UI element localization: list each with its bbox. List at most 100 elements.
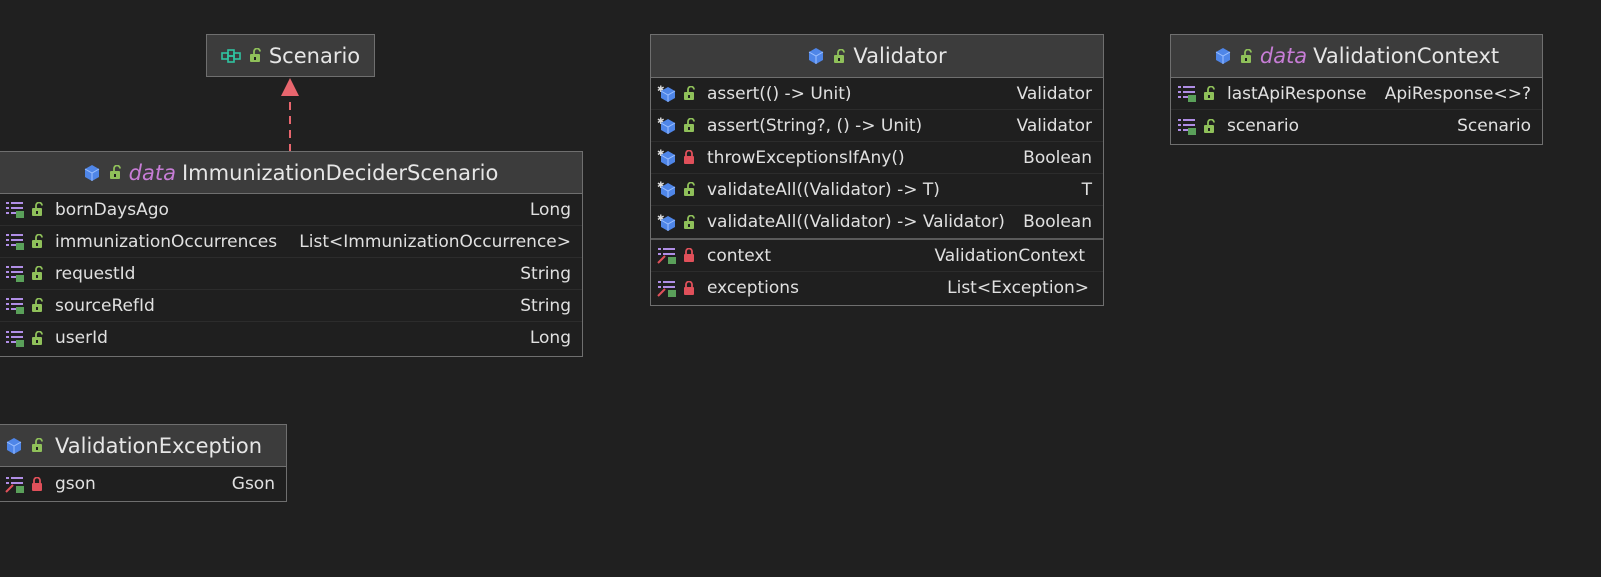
scenario-header: Scenario <box>207 35 374 76</box>
field-type: Long <box>529 328 571 348</box>
validator-methods: assert(() -> Unit) Validator assert(Stri… <box>651 78 1103 238</box>
method-row[interactable]: assert(String?, () -> Unit) Validator <box>651 110 1103 142</box>
class-icon <box>6 437 22 454</box>
data-keyword: data <box>1259 44 1308 68</box>
lock-open-icon <box>31 330 43 346</box>
lock-open-icon <box>108 165 121 180</box>
field-row[interactable]: immunizationOccurrences List<Immunizatio… <box>0 226 582 258</box>
field-icon <box>6 202 24 218</box>
method-icon <box>657 84 676 103</box>
field-name: gson <box>55 474 96 494</box>
method-icon <box>657 180 676 199</box>
validation-exception-node[interactable]: ValidationException gson Gson <box>0 424 287 502</box>
method-return-type: T <box>1081 179 1092 200</box>
immunization-fields: bornDaysAgo Long immunizationOccurrences… <box>0 194 582 354</box>
scenario-node[interactable]: Scenario <box>206 34 375 77</box>
field-name: userId <box>55 328 108 348</box>
lock-closed-icon <box>683 280 695 296</box>
validator-title: Validator <box>853 44 947 68</box>
lock-open-icon <box>31 298 43 313</box>
lock-closed-icon <box>683 150 695 165</box>
method-icon <box>657 116 676 135</box>
lock-open-icon <box>683 118 695 133</box>
class-icon <box>808 47 824 65</box>
field-row[interactable]: exceptions List<Exception> <box>651 272 1103 304</box>
lock-closed-icon <box>31 476 43 492</box>
field-type: List<ImmunizationOccurrence> <box>299 231 571 252</box>
method-row[interactable]: throwExceptionsIfAny() Boolean <box>651 142 1103 174</box>
field-icon <box>6 298 24 314</box>
field-row[interactable]: context ValidationContext <box>651 240 1103 272</box>
field-type: Long <box>529 199 571 220</box>
method-name: validateAll((Validator) -> T) <box>707 179 940 200</box>
validation-context-header: data ValidationContext <box>1171 35 1542 78</box>
field-name: context <box>707 245 772 266</box>
immunization-header: data ImmunizationDeciderScenario <box>0 152 582 194</box>
field-row[interactable]: gson Gson <box>0 467 286 501</box>
field-row[interactable]: sourceRefId String <box>0 290 582 322</box>
field-row[interactable]: bornDaysAgo Long <box>0 194 582 226</box>
field-name: exceptions <box>707 278 799 298</box>
method-row[interactable]: assert(() -> Unit) Validator <box>651 78 1103 110</box>
field-key-icon <box>657 247 677 265</box>
lock-open-icon <box>683 214 695 230</box>
validator-header: Validator <box>651 35 1103 78</box>
field-name: bornDaysAgo <box>55 199 169 220</box>
lock-open-icon <box>1203 118 1215 134</box>
field-type: List<Exception> <box>947 278 1089 298</box>
method-row[interactable]: validateAll((Validator) -> T) T <box>651 174 1103 206</box>
field-icon <box>1178 118 1196 135</box>
interface-icon <box>221 48 241 63</box>
validation-exception-title: ValidationException <box>55 433 263 458</box>
method-name: throwExceptionsIfAny() <box>707 147 905 168</box>
field-name: sourceRefId <box>55 295 155 316</box>
field-row[interactable]: userId Long <box>0 322 582 354</box>
method-icon <box>657 148 676 167</box>
method-return-type: Validator <box>1016 83 1092 104</box>
scenario-title: Scenario <box>268 43 361 68</box>
field-type: ValidationContext <box>934 245 1085 266</box>
validation-exception-header: ValidationException <box>0 425 286 467</box>
field-icon <box>1178 86 1196 102</box>
field-icon <box>6 234 24 250</box>
field-type: String <box>520 263 571 284</box>
validator-fields: context ValidationContext exceptions Lis… <box>651 238 1103 304</box>
method-icon <box>657 213 676 231</box>
field-name: scenario <box>1227 116 1299 136</box>
field-row[interactable]: lastApiResponse ApiResponse<>? <box>1171 78 1542 110</box>
field-key-icon <box>657 279 677 298</box>
field-type: Gson <box>231 474 275 494</box>
immunization-decider-scenario-node[interactable]: data ImmunizationDeciderScenario bornDays… <box>0 151 583 357</box>
field-key-icon <box>5 475 25 494</box>
validation-context-title: ValidationContext <box>1313 44 1500 68</box>
field-name: lastApiResponse <box>1227 83 1367 104</box>
field-type: Scenario <box>1457 116 1531 136</box>
lock-open-icon <box>31 266 43 281</box>
lock-closed-icon <box>683 248 695 263</box>
lock-open-icon <box>683 182 695 197</box>
lock-open-icon <box>31 202 43 217</box>
lock-open-icon <box>683 86 695 101</box>
validator-node[interactable]: Validator assert(() -> Unit) Validator a… <box>650 34 1104 306</box>
method-name: assert(String?, () -> Unit) <box>707 115 923 136</box>
field-row[interactable]: scenario Scenario <box>1171 110 1542 142</box>
class-icon <box>84 164 100 181</box>
method-name: validateAll((Validator) -> Validator) <box>707 212 1005 232</box>
field-row[interactable]: requestId String <box>0 258 582 290</box>
lock-open-icon <box>1203 86 1215 101</box>
validation-context-fields: lastApiResponse ApiResponse<>? scenario … <box>1171 78 1542 142</box>
field-type: String <box>520 295 571 316</box>
immunization-title: ImmunizationDeciderScenario <box>181 160 499 185</box>
field-icon <box>6 266 24 282</box>
field-type: ApiResponse<>? <box>1384 83 1531 104</box>
method-row[interactable]: validateAll((Validator) -> Validator) Bo… <box>651 206 1103 238</box>
lock-open-icon <box>31 438 43 453</box>
data-keyword: data <box>128 160 176 185</box>
method-name: assert(() -> Unit) <box>707 83 852 104</box>
inheritance-arrowhead <box>281 78 299 96</box>
validation-context-node[interactable]: data ValidationContext lastApiResponse Ap… <box>1170 34 1543 145</box>
lock-open-icon <box>31 234 43 249</box>
field-name: immunizationOccurrences <box>55 231 278 252</box>
method-return-type: Boolean <box>1023 212 1092 232</box>
class-icon <box>1215 47 1231 65</box>
